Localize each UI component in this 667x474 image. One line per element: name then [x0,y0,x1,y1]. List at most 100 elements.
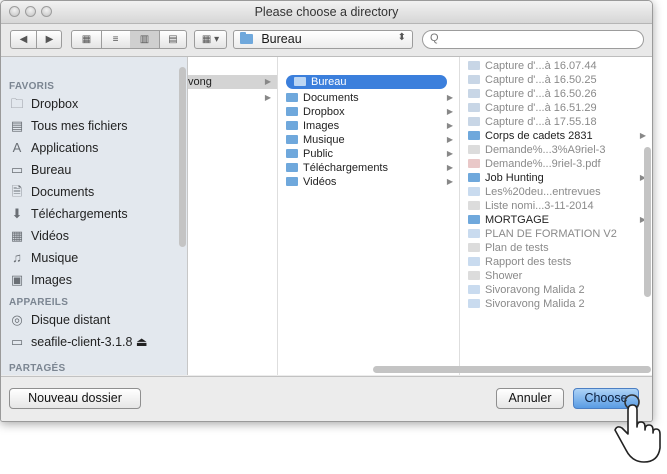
list-item[interactable]: Musique ▶ [278,133,459,147]
sidebar-item-dropbox[interactable]: 🗀 Dropbox [9,94,78,114]
horizontal-scrollbar[interactable] [373,366,651,373]
sidebar-item-seafile-volume[interactable]: ▭ seafile-client-3.1.8 ⏏ [9,332,148,352]
hand-cursor-icon [614,394,661,463]
column-scrollbar[interactable] [644,147,651,297]
list-item[interactable]: Corps de cadets 2831 ▶ [460,129,652,143]
list-item[interactable]: Job Hunting ▶ [460,171,652,185]
sidebar-header-shared: PARTAGÉS [9,363,66,374]
search-icon: Q [430,32,439,44]
movies-icon: ▦ [10,228,24,243]
list-item[interactable]: Capture d'...à 16.50.25 [460,73,652,87]
image-file-icon [468,75,480,84]
sidebar-item-downloads[interactable]: ⬇ Téléchargements [9,204,128,224]
folder-icon [286,163,298,172]
sidebar-item-all-files[interactable]: ▤ Tous mes fichiers [9,116,128,136]
search-input[interactable]: Q [422,30,644,49]
list-item[interactable]: Sivoravong Malida 2 [460,297,652,311]
document-icon [468,299,480,308]
documents-icon: 🗎 [11,184,23,199]
arrange-menu-button[interactable]: ▦ ▾ [194,30,227,49]
disclosure-arrow-icon: ▶ [446,93,453,102]
sidebar-item-music[interactable]: ♫ Musique [9,248,78,268]
sidebar-header-favorites: FAVORIS [9,81,55,92]
folder-icon [240,31,253,44]
column-1: vong ▶ ▶ [188,57,278,375]
image-file-icon [468,89,480,98]
coverflow-view-icon[interactable]: ▤ [159,31,187,48]
disclosure-arrow-icon: ▶ [639,131,646,140]
all-files-icon: ▤ [10,118,24,133]
disclosure-arrow-icon: ▶ [446,121,453,130]
list-item[interactable]: Liste nomi...3-11-2014 [460,199,652,213]
list-item[interactable]: Téléchargements ▶ [278,161,459,175]
list-item[interactable]: Plan de tests [460,241,652,255]
list-item[interactable]: Bureau [286,75,447,89]
disclosure-arrow-icon: ▶ [446,163,453,172]
sidebar-item-movies[interactable]: ▦ Vidéos [9,226,69,246]
list-view-icon[interactable]: ≡ [101,31,131,48]
list-item[interactable]: Capture d'...à 16.50.26 [460,87,652,101]
back-button[interactable]: ◀ [11,31,37,48]
music-icon: ♫ [12,250,22,265]
sidebar: FAVORIS 🗀 Dropbox ▤ Tous mes fichiers A App… [1,57,188,375]
folder-icon [294,77,306,86]
folder-icon [286,149,298,158]
folder-icon [468,131,480,140]
list-item[interactable]: MORTGAGE ▶ [460,213,652,227]
sidebar-header-devices: APPAREILS [9,297,69,308]
folder-icon: 🗀 [10,96,24,111]
list-item[interactable]: Shower [460,269,652,283]
list-item[interactable]: Demande%...3%A9riel-3 [460,143,652,157]
list-item[interactable]: Capture d'...à 16.51.29 [460,101,652,115]
document-icon [468,187,480,196]
document-icon [468,201,480,210]
disclosure-arrow-icon: ▶ [264,77,271,86]
folder-icon [286,135,298,144]
list-item[interactable]: vong ▶ [188,75,277,89]
list-item[interactable]: Documents ▶ [278,91,459,105]
drive-icon: ▭ [10,334,24,349]
applications-icon: A [12,140,22,155]
disclosure-arrow-icon: ▶ [446,177,453,186]
icon-view-icon[interactable]: ▦ [72,31,102,48]
sidebar-item-desktop[interactable]: ▭ Bureau [9,160,71,180]
column-3: Capture d'...à 16.07.44 Capture d'...à 1… [460,57,652,375]
disclosure-arrow-icon: ▶ [446,135,453,144]
dialog-footer: Nouveau dossier Annuler Choose [1,376,652,421]
column-view-icon[interactable]: ▥ [130,31,160,48]
disclosure-arrow-icon: ▶ [264,93,271,102]
document-icon [468,229,480,238]
list-item[interactable]: Sivoravong Malida 2 [460,283,652,297]
sidebar-item-pictures[interactable]: ▣ Images [9,270,72,290]
list-item[interactable]: Demande%...9riel-3.pdf [460,157,652,171]
pdf-file-icon [468,159,480,168]
image-file-icon [468,103,480,112]
document-icon [468,257,480,266]
document-icon [468,271,480,280]
column-browser: vong ▶ ▶ Bureau Documents ▶ Dropbox ▶ Image… [188,57,652,375]
list-item[interactable]: Les%20deu...entrevues [460,185,652,199]
desktop-icon: ▭ [10,162,24,177]
folder-icon [468,173,480,182]
forward-button[interactable]: ▶ [37,31,62,48]
list-item[interactable]: Dropbox ▶ [278,105,459,119]
sidebar-item-applications[interactable]: A Applications [9,138,99,158]
list-item[interactable]: Capture d'...à 17.55.18 [460,115,652,129]
cancel-button[interactable]: Annuler [496,388,564,409]
list-item[interactable]: Public ▶ [278,147,459,161]
list-item[interactable]: Capture d'...à 16.07.44 [460,59,652,73]
sidebar-scrollbar[interactable] [179,67,186,247]
document-icon [468,145,480,154]
nav-buttons: ◀ ▶ [10,30,62,49]
list-item[interactable]: PLAN DE FORMATION V2 [460,227,652,241]
arrange-icon: ▦ ▾ [201,34,220,45]
sidebar-item-remote-disk[interactable]: ◎ Disque distant [9,310,110,330]
list-item[interactable]: Vidéos ▶ [278,175,459,189]
title-bar[interactable]: Please choose a directory [1,1,652,24]
pictures-icon: ▣ [10,272,24,287]
sidebar-item-documents[interactable]: 🗎 Documents [9,182,94,202]
path-popup[interactable]: Bureau ⬍ [233,30,413,49]
list-item[interactable]: Rapport des tests [460,255,652,269]
list-item[interactable]: Images ▶ [278,119,459,133]
new-folder-button[interactable]: Nouveau dossier [9,388,141,409]
